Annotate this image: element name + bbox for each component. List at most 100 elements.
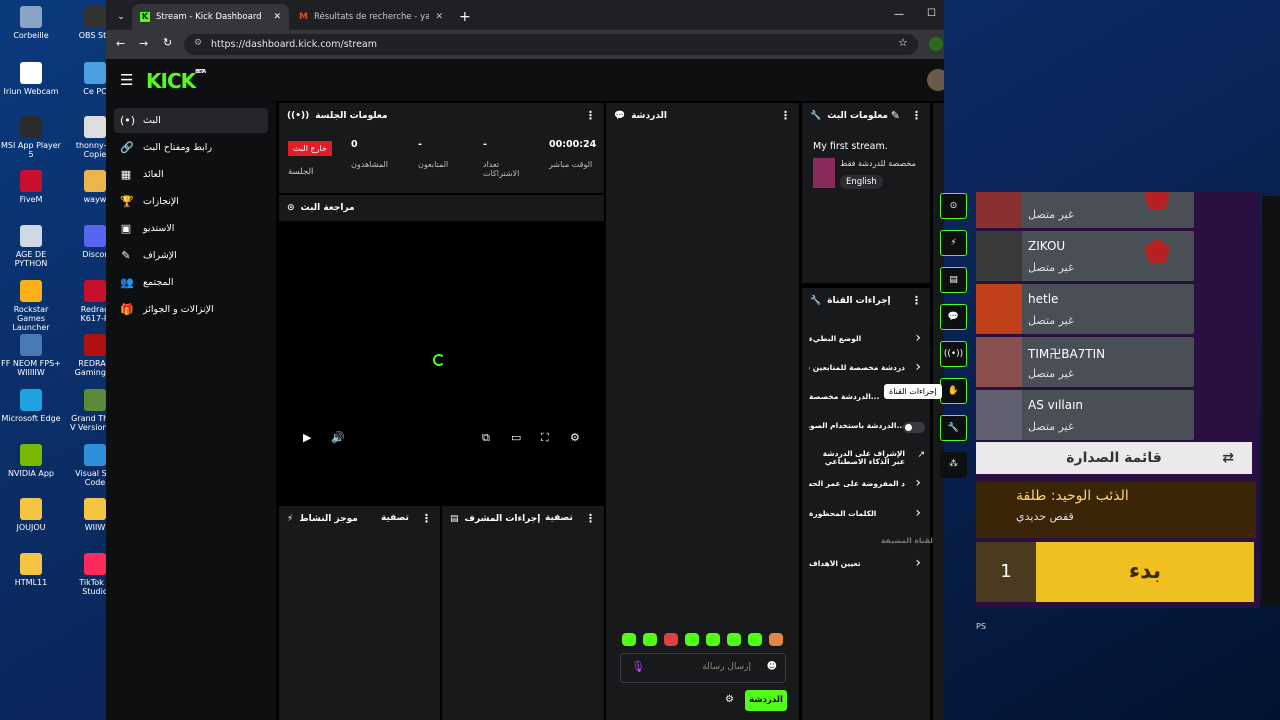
player-row[interactable]: ZIKOU غير متصل: [976, 231, 1194, 281]
more-icon[interactable]: ⋮: [911, 109, 922, 122]
desktop-icon[interactable]: FiveM: [0, 170, 62, 204]
sidebar-item[interactable]: ▦ العائد: [114, 162, 268, 187]
player-row[interactable]: AS vıllaın غير متصل: [976, 390, 1194, 440]
chat-send-button[interactable]: الدردشة: [745, 690, 787, 711]
pip-icon[interactable]: ⧉: [482, 431, 490, 445]
sidebar-item[interactable]: (•) البث: [114, 108, 268, 133]
theater-icon[interactable]: ▭: [511, 431, 521, 444]
menu-icon[interactable]: ☰: [120, 71, 133, 89]
fullscreen-icon[interactable]: ⛶: [541, 431, 549, 445]
chevron-right-icon[interactable]: ›: [915, 505, 921, 521]
sidebar-item[interactable]: ▣ الاستديو: [114, 216, 268, 241]
play-icon[interactable]: ▶: [303, 431, 311, 444]
wrench-icon[interactable]: 🔧: [940, 415, 967, 441]
tab-close-icon[interactable]: ✕: [435, 12, 443, 22]
emote-icon[interactable]: [706, 633, 720, 646]
start-button[interactable]: بدء: [1036, 542, 1254, 602]
desktop-icon[interactable]: NVIDIA App: [0, 444, 62, 478]
document-icon[interactable]: ▤: [940, 267, 967, 293]
chevron-right-icon[interactable]: ›: [915, 330, 921, 346]
chevron-right-icon[interactable]: ›: [915, 555, 921, 571]
new-tab-button[interactable]: +: [451, 4, 471, 30]
url-input[interactable]: https://dashboard.kick.com/stream: [184, 34, 918, 55]
live-status-badge: خارج البث: [288, 141, 332, 156]
chevron-right-icon[interactable]: ›: [915, 359, 921, 375]
player-row[interactable]: TIM卍BA7TIN غير متصل: [976, 337, 1194, 387]
mod-filter-button[interactable]: تصفية: [545, 513, 573, 523]
desktop-icon[interactable]: FF NEOM FPS+ WIIIIIW: [0, 334, 62, 377]
event-banner[interactable]: الذئب الوحيد: طلقة قفص حديدي: [976, 482, 1256, 538]
kick-logo[interactable]: KICKBETA: [146, 69, 206, 93]
sidebar-item[interactable]: ✎ الإشراف: [114, 243, 268, 268]
sidebar-item[interactable]: 🎁 الإنزالات و الجوائز: [114, 297, 268, 322]
emoji-icon[interactable]: ☻: [767, 661, 777, 672]
site-info-icon[interactable]: ⚙: [194, 38, 202, 48]
leaderboard-bar[interactable]: قائمة الصدارة ⇄: [976, 442, 1252, 474]
activity-filter-button[interactable]: تصفية: [381, 513, 409, 523]
emote-icon[interactable]: [748, 633, 762, 646]
maximize-icon[interactable]: ☐: [927, 8, 936, 19]
sidebar-item[interactable]: 🔗 رابط ومفتاح البث: [114, 135, 268, 160]
channel-action-row[interactable]: د المفروضة على عمر الحساب ›: [809, 475, 927, 496]
wrench-icon: 🔧: [810, 111, 822, 121]
user-avatar[interactable]: [927, 69, 944, 91]
edit-icon[interactable]: ✎: [891, 109, 900, 122]
desktop-icon[interactable]: MSI App Player 5: [0, 116, 62, 159]
desktop-icon[interactable]: JOUJOU: [0, 498, 62, 532]
lightning-icon[interactable]: ⚡: [940, 230, 967, 256]
player-name: ZIKOU: [1028, 239, 1066, 253]
camera-icon[interactable]: ⊙: [940, 193, 967, 219]
more-icon[interactable]: ⋮: [911, 294, 922, 307]
tab-search-icon[interactable]: ⌄: [110, 4, 132, 30]
hand-icon[interactable]: ✋: [940, 378, 967, 404]
mic-icon[interactable]: 🎙: [631, 660, 645, 673]
desktop-icon[interactable]: AGE DE PYTHON: [0, 225, 62, 268]
toggle-switch[interactable]: [903, 422, 925, 433]
more-icon[interactable]: ⋮: [585, 109, 596, 122]
sidebar-item[interactable]: 🏆 الإنجازات: [114, 189, 268, 214]
player-row[interactable]: غير متصل: [976, 192, 1194, 228]
settings-icon[interactable]: ⚙: [570, 431, 580, 444]
profile-avatar[interactable]: [929, 37, 943, 51]
chat-icon[interactable]: 💬: [940, 304, 967, 330]
channel-action-row[interactable]: تعيين الأهداف ›: [809, 555, 927, 576]
emote-icon[interactable]: [727, 633, 741, 646]
emote-icon[interactable]: [685, 633, 699, 646]
desktop-icon[interactable]: HTML11: [0, 553, 62, 587]
emote-icon[interactable]: [769, 633, 783, 646]
tab-close-icon[interactable]: ✕: [273, 12, 281, 22]
more-icon[interactable]: ⋮: [421, 512, 432, 525]
player-row[interactable]: hetle غير متصل: [976, 284, 1194, 334]
bookmark-star-icon[interactable]: ☆: [898, 36, 908, 49]
more-icon[interactable]: ⋮: [585, 512, 596, 525]
reload-icon[interactable]: ↻: [163, 36, 172, 49]
channel-action-row[interactable]: الكلمات المحظورة ›: [809, 505, 927, 526]
external-link-icon[interactable]: ↗: [917, 450, 925, 460]
desktop-icon[interactable]: Corbeille: [0, 6, 62, 40]
channel-action-row[interactable]: ...الدردشة باستخدام الصور: [809, 420, 927, 438]
sidebar-item[interactable]: 👥 المجتمع: [114, 270, 268, 295]
tab-gmail-search[interactable]: M Résultats de recherche - yassine ✕: [291, 4, 451, 30]
back-icon[interactable]: ←: [116, 37, 125, 50]
channel-action-row[interactable]: الإشراف على الدردشة عبر الذكاء الاصطناعي…: [809, 448, 927, 466]
switch-icon[interactable]: ⇄: [1222, 442, 1234, 474]
emote-icon[interactable]: [643, 633, 657, 646]
forward-icon[interactable]: →: [139, 37, 148, 50]
more-actions-icon[interactable]: ⁂: [940, 452, 967, 478]
more-icon[interactable]: ⋮: [780, 109, 791, 122]
chat-input[interactable]: 🎙 إرسال رسالة ☻: [620, 653, 786, 683]
minimize-icon[interactable]: —: [894, 9, 904, 20]
desktop-icon[interactable]: Microsoft Edge: [0, 389, 62, 423]
chat-settings-icon[interactable]: ⚙: [725, 694, 734, 705]
broadcast-icon[interactable]: ((•)): [940, 341, 967, 367]
channel-action-row[interactable]: الوضع البطيء ›: [809, 330, 927, 351]
emote-icon[interactable]: [622, 633, 636, 646]
tab-kick-dashboard[interactable]: K Stream - Kick Dashboard ✕: [132, 4, 289, 30]
volume-icon[interactable]: 🔊: [331, 431, 345, 444]
desktop-icon[interactable]: Iriun Webcam: [0, 62, 62, 96]
desktop-icon[interactable]: Rockstar Games Launcher: [0, 280, 62, 332]
stream-title: My first stream.: [813, 141, 888, 152]
emote-icon[interactable]: [664, 633, 678, 646]
channel-action-row[interactable]: دردشة مخصصة للمتابعين فقط ›: [809, 359, 927, 380]
chevron-right-icon[interactable]: ›: [915, 475, 921, 491]
